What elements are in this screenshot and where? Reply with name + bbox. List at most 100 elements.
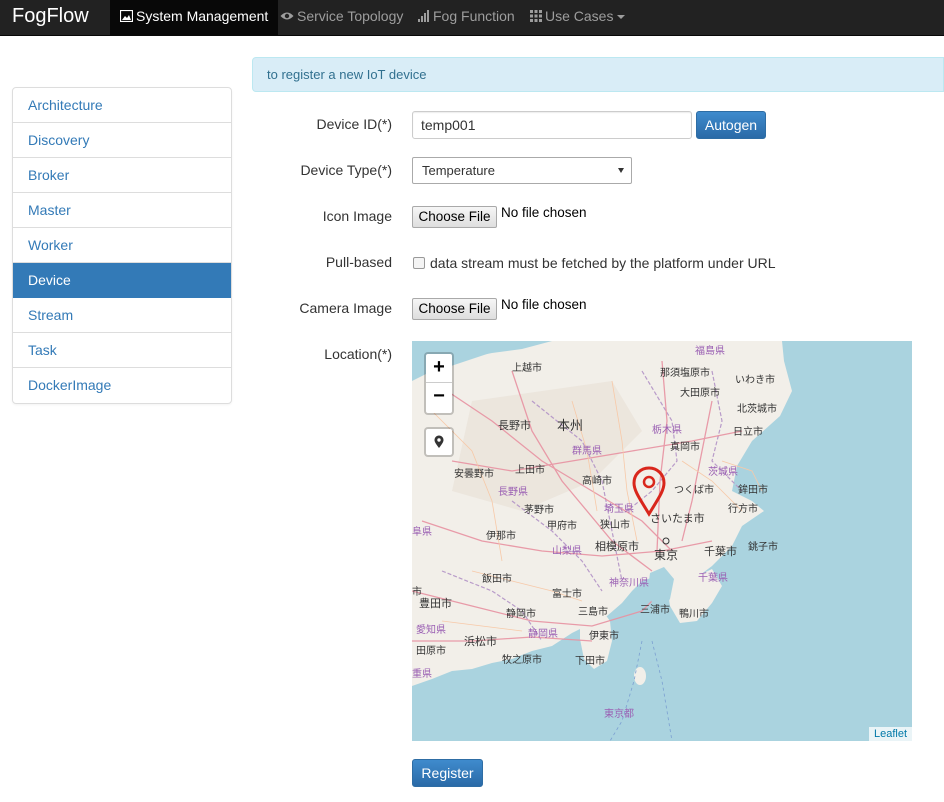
map-label-azumino: 安曇野市 (454, 467, 494, 480)
map-label-shizuoka: 静岡市 (506, 607, 536, 620)
map-label-moka: 真岡市 (670, 440, 700, 453)
device-id-label: Device ID(*) (316, 116, 392, 132)
map-label-fuji: 富士市 (552, 587, 582, 600)
map-label-chino: 茅野市 (524, 503, 554, 516)
map-label-sagamihara: 相模原市 (595, 539, 639, 553)
map-label-honshu: 本州 (557, 418, 583, 433)
map-label-kanagawa-pref: 神奈川県 (609, 576, 649, 589)
camera-image-file-status: No file chosen (501, 297, 587, 312)
map-label-miura: 三浦市 (640, 603, 670, 616)
map-label-ina: 伊那市 (486, 529, 516, 542)
map-label-nasushiobara: 那須塩原市 (660, 366, 710, 379)
map-label-hitachi: 日立市 (733, 425, 763, 438)
map-label-mie-pref: 重県 (412, 667, 432, 680)
autogen-button[interactable]: Autogen (696, 111, 766, 139)
map-label-gifu-pref: 阜県 (412, 525, 432, 538)
sidebar-item-architecture[interactable]: Architecture (13, 88, 231, 123)
map-label-tsukuba: つくば市 (674, 483, 714, 496)
sidebar-item-dockerimage[interactable]: DockerImage (13, 368, 231, 403)
nav-label: System Management (136, 8, 269, 24)
map-label-saitama-pref: 埼玉県 (604, 502, 634, 515)
camera-image-choose-file-button[interactable]: Choose File (412, 298, 497, 320)
map-label-makinohara: 牧之原市 (502, 653, 542, 666)
sidebar-item-master[interactable]: Master (13, 193, 231, 228)
map-label-ueda: 上田市 (515, 463, 545, 476)
map-label-chiba: 千葉市 (704, 544, 737, 558)
map-label-toyota: 豊田市 (419, 596, 452, 610)
grid-icon (530, 10, 542, 23)
locate-button[interactable] (424, 427, 454, 457)
info-alert: to register a new IoT device (252, 57, 944, 92)
zoom-in-button[interactable]: + (426, 354, 452, 383)
device-type-selected: Temperature (422, 163, 495, 178)
map-label-iida: 飯田市 (482, 572, 512, 585)
nav-label: Fog Function (433, 8, 515, 24)
map-label-kofu: 甲府市 (547, 519, 577, 532)
map-label-tokyo-to: 東京都 (604, 707, 634, 720)
pull-based-label: Pull-based (325, 254, 392, 270)
sidebar-item-device[interactable]: Device (13, 263, 231, 298)
map-attribution-link[interactable]: Leaflet (868, 727, 912, 741)
ferry-route (609, 640, 643, 741)
register-button[interactable]: Register (412, 759, 483, 787)
pull-based-description: data stream must be fetched by the platf… (430, 255, 776, 271)
location-map[interactable]: 上越市 那須塩原市 福島県 いわき市 大田原市 北茨城市 長野市 本州 栃木県 … (412, 341, 912, 741)
icon-image-file-status: No file chosen (501, 205, 587, 220)
map-label-hamamatsu: 浜松市 (464, 634, 497, 648)
map-label-ichi: 市 (412, 585, 422, 598)
izu-oshima-island (634, 667, 646, 685)
caret-down-icon (617, 15, 626, 20)
map-label-kamogawa: 鴨川市 (679, 607, 709, 620)
map-label-hokota: 鉾田市 (738, 483, 768, 496)
map-label-ibaraki-pref: 茨城県 (708, 465, 738, 478)
map-label-yamanashi-pref: 山梨県 (552, 544, 582, 557)
map-label-mishima: 三島市 (578, 605, 608, 618)
map-label-choshi: 銚子市 (748, 540, 778, 553)
map-label-tokyo: 東京 (654, 548, 678, 562)
sidebar-item-broker[interactable]: Broker (13, 158, 231, 193)
nav-system-management[interactable]: System Management (110, 0, 279, 36)
icon-image-choose-file-button[interactable]: Choose File (412, 206, 497, 228)
camera-image-label: Camera Image (299, 300, 392, 316)
brand-logo[interactable]: FogFlow (12, 5, 89, 28)
map-label-sayama: 狭山市 (600, 518, 630, 531)
map-label-shimoda: 下田市 (575, 654, 605, 667)
map-label-kitaibaraki: 北茨城市 (737, 402, 777, 415)
map-label-nagano: 長野市 (498, 418, 531, 432)
eye-icon (280, 12, 294, 20)
nav-label: Use Cases (545, 8, 614, 24)
map-label-aichi-pref: 愛知県 (416, 623, 446, 636)
device-type-label: Device Type(*) (300, 162, 392, 178)
sidebar-item-task[interactable]: Task (13, 333, 231, 368)
map-label-takasaki: 高崎市 (582, 474, 612, 487)
map-label-tahara: 田原市 (416, 644, 446, 657)
map-label-chiba-pref: 千葉県 (698, 571, 728, 584)
map-label-gunma-pref: 群馬県 (572, 444, 602, 457)
sidebar-item-worker[interactable]: Worker (13, 228, 231, 263)
map-tiles: 上越市 那須塩原市 福島県 いわき市 大田原市 北茨城市 長野市 本州 栃木県 … (412, 341, 792, 741)
picture-icon (119, 10, 134, 23)
zoom-control: + − (424, 352, 454, 415)
map-label-ito: 伊東市 (589, 629, 619, 642)
device-type-select[interactable]: Temperature (412, 157, 632, 184)
map-label-fukushima-pref: 福島県 (695, 344, 725, 357)
nav-service-topology[interactable]: Service Topology (270, 0, 413, 36)
zoom-out-button[interactable]: − (426, 383, 452, 412)
pull-based-checkbox[interactable] (413, 257, 425, 269)
device-id-input[interactable]: temp001 (412, 111, 692, 139)
sidebar-item-discovery[interactable]: Discovery (13, 123, 231, 158)
top-navbar: FogFlow System Management Service Topolo… (0, 0, 944, 36)
nav-use-cases[interactable]: Use Cases (520, 0, 635, 36)
ferry-route (651, 640, 673, 741)
nav-label: Service Topology (297, 8, 404, 24)
map-label-saitama: さいたま市 (650, 511, 705, 525)
sidebar-item-stream[interactable]: Stream (13, 298, 231, 333)
map-label-otawara: 大田原市 (680, 386, 720, 399)
map-label-joetsu: 上越市 (512, 361, 542, 374)
icon-image-label: Icon Image (322, 208, 392, 224)
signal-icon (418, 10, 429, 23)
map-label-nagano-pref: 長野県 (498, 486, 528, 498)
map-label-tochigi-pref: 栃木県 (652, 423, 682, 436)
map-label-shizuoka-pref: 静岡県 (528, 627, 558, 640)
nav-fog-function[interactable]: Fog Function (408, 0, 525, 36)
